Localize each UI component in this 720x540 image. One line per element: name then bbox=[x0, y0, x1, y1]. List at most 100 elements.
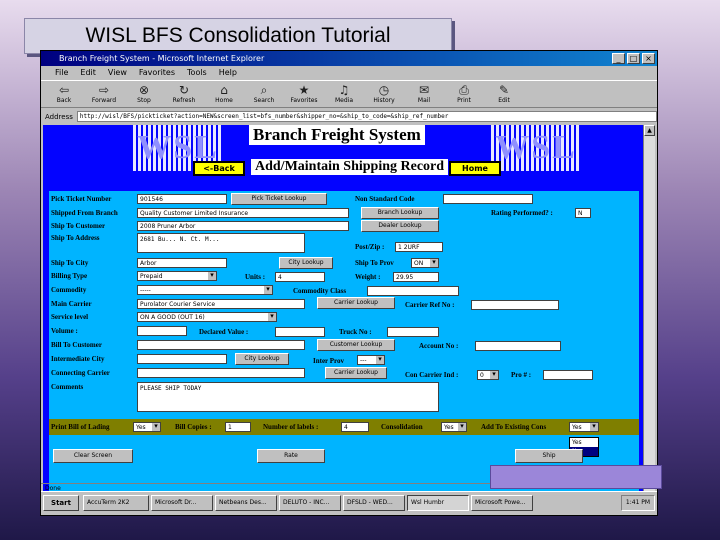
refresh-tool[interactable]: ↻ Refresh bbox=[167, 83, 201, 107]
menu-edit[interactable]: Edit bbox=[80, 68, 96, 80]
edit-icon: ✎ bbox=[498, 83, 510, 97]
scroll-up-icon[interactable]: ▲ bbox=[644, 125, 655, 136]
city-lookup-button[interactable]: City Lookup bbox=[279, 257, 333, 269]
intermediate-city-input[interactable] bbox=[137, 354, 227, 364]
non-std-code-label: Non Standard Code bbox=[355, 195, 415, 203]
ship-to-prov-select[interactable]: ON bbox=[411, 258, 439, 268]
stop-tool[interactable]: ⊗ Stop bbox=[127, 83, 161, 107]
consolidation-label: Consolidation bbox=[381, 423, 423, 431]
media-tool[interactable]: ♫ Media bbox=[327, 83, 361, 107]
menu-favorites[interactable]: Favorites bbox=[139, 68, 175, 80]
clear-screen-button[interactable]: Clear Screen bbox=[53, 449, 133, 463]
print-bol-select[interactable]: Yes bbox=[133, 422, 161, 432]
menu-tools[interactable]: Tools bbox=[187, 68, 207, 80]
dealer-lookup-button[interactable]: Dealer Lookup bbox=[361, 220, 439, 232]
customer-lookup-button[interactable]: Customer Lookup bbox=[317, 339, 395, 351]
task-netbeans[interactable]: Netbeans Des... bbox=[215, 495, 277, 511]
carrier-lookup-button[interactable]: Carrier Lookup bbox=[317, 297, 395, 309]
pro-no-label: Pro # : bbox=[511, 371, 532, 379]
inter-prov-select[interactable]: --- bbox=[357, 355, 385, 365]
weight-input[interactable]: 29.95 bbox=[393, 272, 439, 282]
comments-textarea[interactable]: PLEASE SHIP TODAY bbox=[137, 382, 439, 412]
back-button[interactable]: <-Back bbox=[193, 161, 245, 176]
ship-button[interactable]: Ship bbox=[515, 449, 583, 463]
menu-view[interactable]: View bbox=[108, 68, 127, 80]
main-carrier-input[interactable]: Purolator Courier Service bbox=[137, 299, 305, 309]
account-no-input[interactable] bbox=[475, 341, 561, 351]
dropdown-option-yes[interactable]: Yes bbox=[570, 438, 598, 447]
commodity-select[interactable]: ----- bbox=[137, 285, 273, 295]
service-level-select[interactable]: ON A GOOD (OUT 16) bbox=[137, 312, 277, 322]
back-tool[interactable]: ⇦ Back bbox=[47, 83, 81, 107]
task-wsl-humbr[interactable]: Wsl Humbr bbox=[407, 495, 469, 511]
mail-tool[interactable]: ✉ Mail bbox=[407, 83, 441, 107]
post-zip-input[interactable]: 1 2URF bbox=[395, 242, 443, 252]
tool-label: Print bbox=[457, 97, 471, 104]
task-microsoft-dr[interactable]: Microsoft Dr... bbox=[151, 495, 213, 511]
task-deluto[interactable]: DELUTO - INC... bbox=[279, 495, 341, 511]
minimize-button[interactable]: _ bbox=[612, 53, 625, 64]
ship-to-address-input[interactable]: 2681 Bu... N. Ct. M... bbox=[137, 233, 305, 253]
shipped-from-input[interactable]: Quality Customer Limited Insurance bbox=[137, 208, 349, 218]
taskbar: Start AccuTerm 2K2 Microsoft Dr... Netbe… bbox=[41, 491, 657, 515]
close-button[interactable]: × bbox=[642, 53, 655, 64]
options-row: Print Bill of Lading Yes Bill Copies : 1… bbox=[49, 419, 639, 435]
home-tool[interactable]: ⌂ Home bbox=[207, 83, 241, 107]
address-input[interactable]: http://wisl/BFS/pickticket?action=NEW&sc… bbox=[76, 111, 657, 122]
task-accuterm[interactable]: AccuTerm 2K2 bbox=[83, 495, 149, 511]
ship-to-city-input[interactable]: Arbor bbox=[137, 258, 227, 268]
edit-tool[interactable]: ✎ Edit bbox=[487, 83, 521, 107]
inter-prov-label: Inter Prov bbox=[313, 357, 345, 365]
connecting-carrier-lookup-button[interactable]: Carrier Lookup bbox=[325, 367, 387, 379]
wsl-logo-right: WSL bbox=[491, 125, 581, 171]
volume-input[interactable] bbox=[137, 326, 187, 336]
rate-button[interactable]: Rate bbox=[257, 449, 325, 463]
carrier-ref-input[interactable] bbox=[471, 300, 559, 310]
ship-to-customer-input[interactable]: 2008 Pruner Arbor bbox=[137, 221, 349, 231]
con-carrier-ind-select[interactable]: 0 bbox=[477, 370, 499, 380]
page-title: Add/Maintain Shipping Record bbox=[251, 159, 449, 175]
bill-copies-input[interactable]: 1 bbox=[225, 422, 251, 432]
add-existing-cons-select[interactable]: Yes bbox=[569, 422, 599, 432]
intermediate-city-lookup-button[interactable]: City Lookup bbox=[235, 353, 289, 365]
start-button[interactable]: Start bbox=[43, 495, 79, 511]
shipped-from-label: Shipped From Branch bbox=[51, 209, 118, 217]
declared-value-input[interactable] bbox=[275, 327, 325, 337]
consolidation-select[interactable]: Yes bbox=[441, 422, 467, 432]
search-tool[interactable]: ⌕ Search bbox=[247, 83, 281, 107]
media-icon: ♫ bbox=[338, 83, 350, 97]
home-button[interactable]: Home bbox=[449, 161, 501, 176]
favorites-tool[interactable]: ★ Favorites bbox=[287, 83, 321, 107]
task-dfsld[interactable]: DFSLD - WED... bbox=[343, 495, 405, 511]
history-tool[interactable]: ◷ History bbox=[367, 83, 401, 107]
billing-type-select[interactable]: Prepaid bbox=[137, 271, 217, 281]
commodity-label: Commodity bbox=[51, 286, 87, 294]
units-input[interactable]: 4 bbox=[275, 272, 325, 282]
tool-label: Home bbox=[215, 97, 233, 104]
print-tool[interactable]: ⎙ Print bbox=[447, 83, 481, 107]
maximize-button[interactable]: □ bbox=[627, 53, 640, 64]
menu-help[interactable]: Help bbox=[219, 68, 237, 80]
task-microsoft-powerpoint[interactable]: Microsoft Powe... bbox=[471, 495, 533, 511]
truck-no-input[interactable] bbox=[387, 327, 439, 337]
pro-no-input[interactable] bbox=[543, 370, 593, 380]
search-icon: ⌕ bbox=[260, 83, 268, 97]
bill-to-customer-input[interactable] bbox=[137, 340, 305, 350]
star-icon: ★ bbox=[298, 83, 310, 97]
rating-performed-input[interactable]: N bbox=[575, 208, 591, 218]
branch-lookup-button[interactable]: Branch Lookup bbox=[361, 207, 439, 219]
pick-ticket-lookup-button[interactable]: Pick Ticket Lookup bbox=[231, 193, 327, 205]
connecting-carrier-input[interactable] bbox=[137, 368, 305, 378]
forward-tool[interactable]: ⇨ Forward bbox=[87, 83, 121, 107]
bill-to-customer-label: Bill To Customer bbox=[51, 341, 102, 349]
tool-label: Favorites bbox=[290, 97, 318, 104]
vertical-scrollbar[interactable]: ▲ bbox=[643, 125, 655, 497]
number-of-labels-input[interactable]: 4 bbox=[341, 422, 369, 432]
non-std-code-input[interactable] bbox=[443, 194, 533, 204]
commodity-class-input[interactable] bbox=[367, 286, 459, 296]
pick-ticket-label: Pick Ticket Number bbox=[51, 195, 112, 203]
service-level-label: Service level bbox=[51, 313, 89, 321]
tool-label: Media bbox=[334, 97, 354, 104]
menu-file[interactable]: File bbox=[55, 68, 68, 80]
pick-ticket-input[interactable]: 901546 bbox=[137, 194, 227, 204]
